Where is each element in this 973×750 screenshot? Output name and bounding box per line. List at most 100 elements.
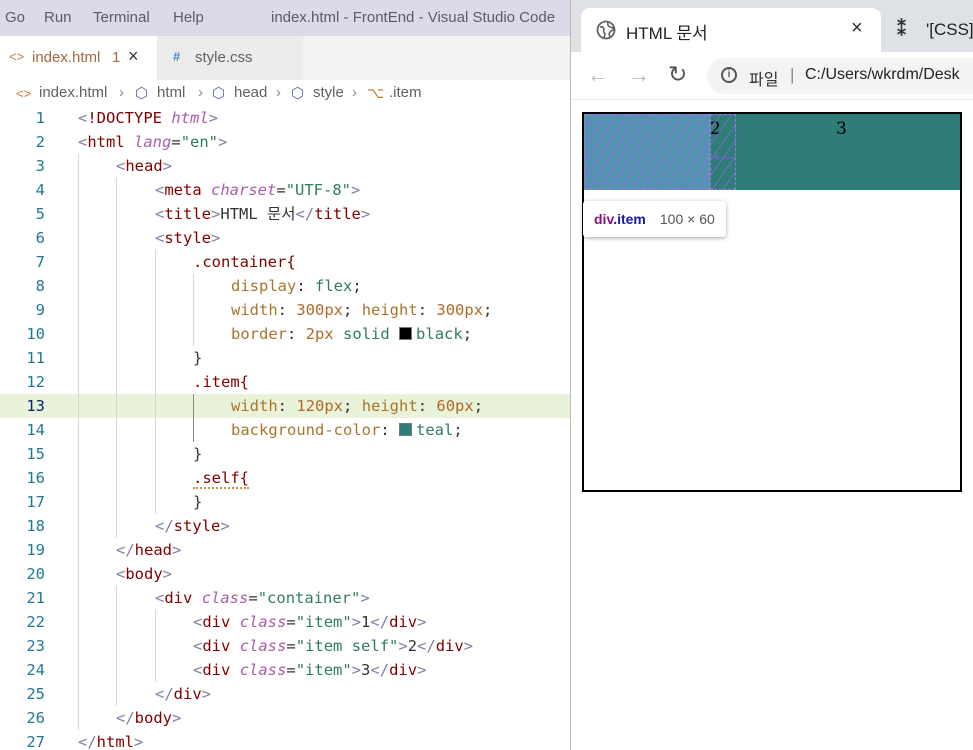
tab-label: index.html <box>32 49 101 66</box>
code-line: 4 <meta charset="UTF-8"> <box>0 178 570 202</box>
breadcrumb-style[interactable]: style <box>313 84 344 101</box>
code-token: width <box>231 397 278 415</box>
code-line: 6 <style> <box>0 226 570 250</box>
back-arrow-icon[interactable]: ← <box>587 62 609 88</box>
line-number: 24 <box>26 661 45 679</box>
breadcrumb-html[interactable]: html <box>157 84 185 101</box>
code-line: 3 <head> <box>0 154 570 178</box>
code-text: <div class="item">3</div> <box>193 661 427 679</box>
menu-go[interactable]: Go <box>5 9 25 26</box>
reload-icon[interactable]: ↻ <box>668 61 687 88</box>
breadcrumb-item[interactable]: .item <box>389 84 422 101</box>
code-token: px <box>324 301 344 319</box>
menu-help[interactable]: Help <box>173 9 204 26</box>
code-token: !DOCTYPE <box>87 109 162 127</box>
close-icon[interactable]: × <box>128 46 139 67</box>
color-swatch-teal[interactable] <box>398 423 412 436</box>
code-text: <meta charset="UTF-8"> <box>155 181 361 199</box>
element-cube-icon: ⬡ <box>135 85 149 102</box>
item-label: 2 <box>710 119 721 139</box>
code-line: 15 } <box>0 442 570 466</box>
indent-guide <box>78 346 79 370</box>
tooltip-dimensions: 100 × 60 <box>659 211 715 227</box>
info-icon[interactable]: i <box>721 67 737 83</box>
tab-index-html[interactable]: <> index.html 1 × <box>0 36 157 80</box>
close-icon[interactable]: × <box>851 17 863 40</box>
indent-guide <box>155 634 156 658</box>
indent-guide <box>155 322 156 346</box>
inspect-tooltip: div.item 100 × 60 <box>583 201 726 237</box>
indent-guide <box>116 370 117 394</box>
code-text: .self{ <box>193 466 249 490</box>
code-token: div <box>389 613 418 631</box>
element-cube-icon: ⬡ <box>212 85 226 102</box>
flex-item-1[interactable] <box>584 114 710 190</box>
code-line: 2 <html lang="en"> <box>0 130 570 154</box>
code-token: "en" <box>180 133 219 151</box>
line-number: 8 <box>35 277 45 295</box>
css-file-icon: # <box>173 49 181 64</box>
address-url[interactable]: C:/Users/wkrdm/Desk <box>805 66 960 84</box>
code-text: <head> <box>116 157 173 175</box>
indent-guide <box>78 562 79 586</box>
code-token: display <box>231 277 297 295</box>
menu-terminal[interactable]: Terminal <box>93 9 150 26</box>
code-line: 11 } <box>0 346 570 370</box>
address-bar[interactable]: i 파일 | C:/Users/wkrdm/Desk <box>707 58 973 94</box>
line-number: 21 <box>26 589 45 607</box>
indent-guide <box>193 322 194 346</box>
code-token: body <box>134 709 172 727</box>
indent-guide <box>193 298 194 322</box>
indent-guide-active <box>193 394 194 418</box>
code-token: .item{ <box>193 373 249 391</box>
line-number: 15 <box>26 445 45 463</box>
flex-container: 2 3 ⟵ <box>582 112 962 492</box>
code-token: "UTF-8" <box>285 181 352 199</box>
code-line: 14 background-color: teal; <box>0 418 570 442</box>
code-token: class <box>201 589 249 607</box>
code-token: meta <box>164 181 202 199</box>
code-text: <!DOCTYPE html> <box>78 109 219 127</box>
code-token: background-color <box>231 421 381 439</box>
code-text: } <box>193 349 203 367</box>
indent-guide <box>78 274 79 298</box>
flex-item-3[interactable]: 3 <box>736 114 960 190</box>
indent-guide <box>78 418 79 442</box>
code-token: height <box>361 301 418 319</box>
code-token: class <box>239 613 287 631</box>
tab-style-css[interactable]: # style.css <box>157 36 303 80</box>
code-text: </html> <box>78 733 144 750</box>
flex-item-2[interactable]: 2 <box>710 114 736 190</box>
code-token: "item self" <box>295 637 399 655</box>
breadcrumb-head[interactable]: head <box>234 84 267 101</box>
indent-guide <box>155 466 156 490</box>
forward-arrow-icon[interactable]: → <box>628 62 650 88</box>
code-text: <div class="item">1</div> <box>193 613 427 631</box>
code-line: 12 .item{ <box>0 370 570 394</box>
indent-guide <box>78 586 79 610</box>
code-text: width: 120px; height: 60px; <box>231 397 484 415</box>
line-number: 19 <box>26 541 45 559</box>
indent-guide <box>116 226 117 250</box>
indent-guide <box>155 346 156 370</box>
indent-guide <box>78 490 79 514</box>
line-number: 26 <box>26 709 45 727</box>
browser-tab-title: HTML 문서 <box>626 24 708 43</box>
line-number: 23 <box>26 637 45 655</box>
code-token: 60 <box>436 397 456 415</box>
indent-guide <box>116 322 117 346</box>
code-text: background-color: teal; <box>231 421 463 439</box>
code-text: } <box>193 493 203 511</box>
menu-run[interactable]: Run <box>44 9 72 26</box>
indent-guide <box>193 274 194 298</box>
code-editor[interactable]: 1 <!DOCTYPE html> 2 <html lang="en"> 3 <… <box>0 106 570 750</box>
code-token: solid <box>343 325 390 343</box>
indent-guide <box>78 538 79 562</box>
color-swatch-black[interactable] <box>399 327 413 340</box>
code-token: head <box>134 541 172 559</box>
breadcrumb-file[interactable]: index.html <box>39 84 107 101</box>
indent-guide <box>155 490 156 514</box>
line-number: 9 <box>35 301 45 319</box>
html-file-icon: <> <box>9 49 25 64</box>
browser-tab-active[interactable]: HTML 문서 × <box>581 8 881 52</box>
